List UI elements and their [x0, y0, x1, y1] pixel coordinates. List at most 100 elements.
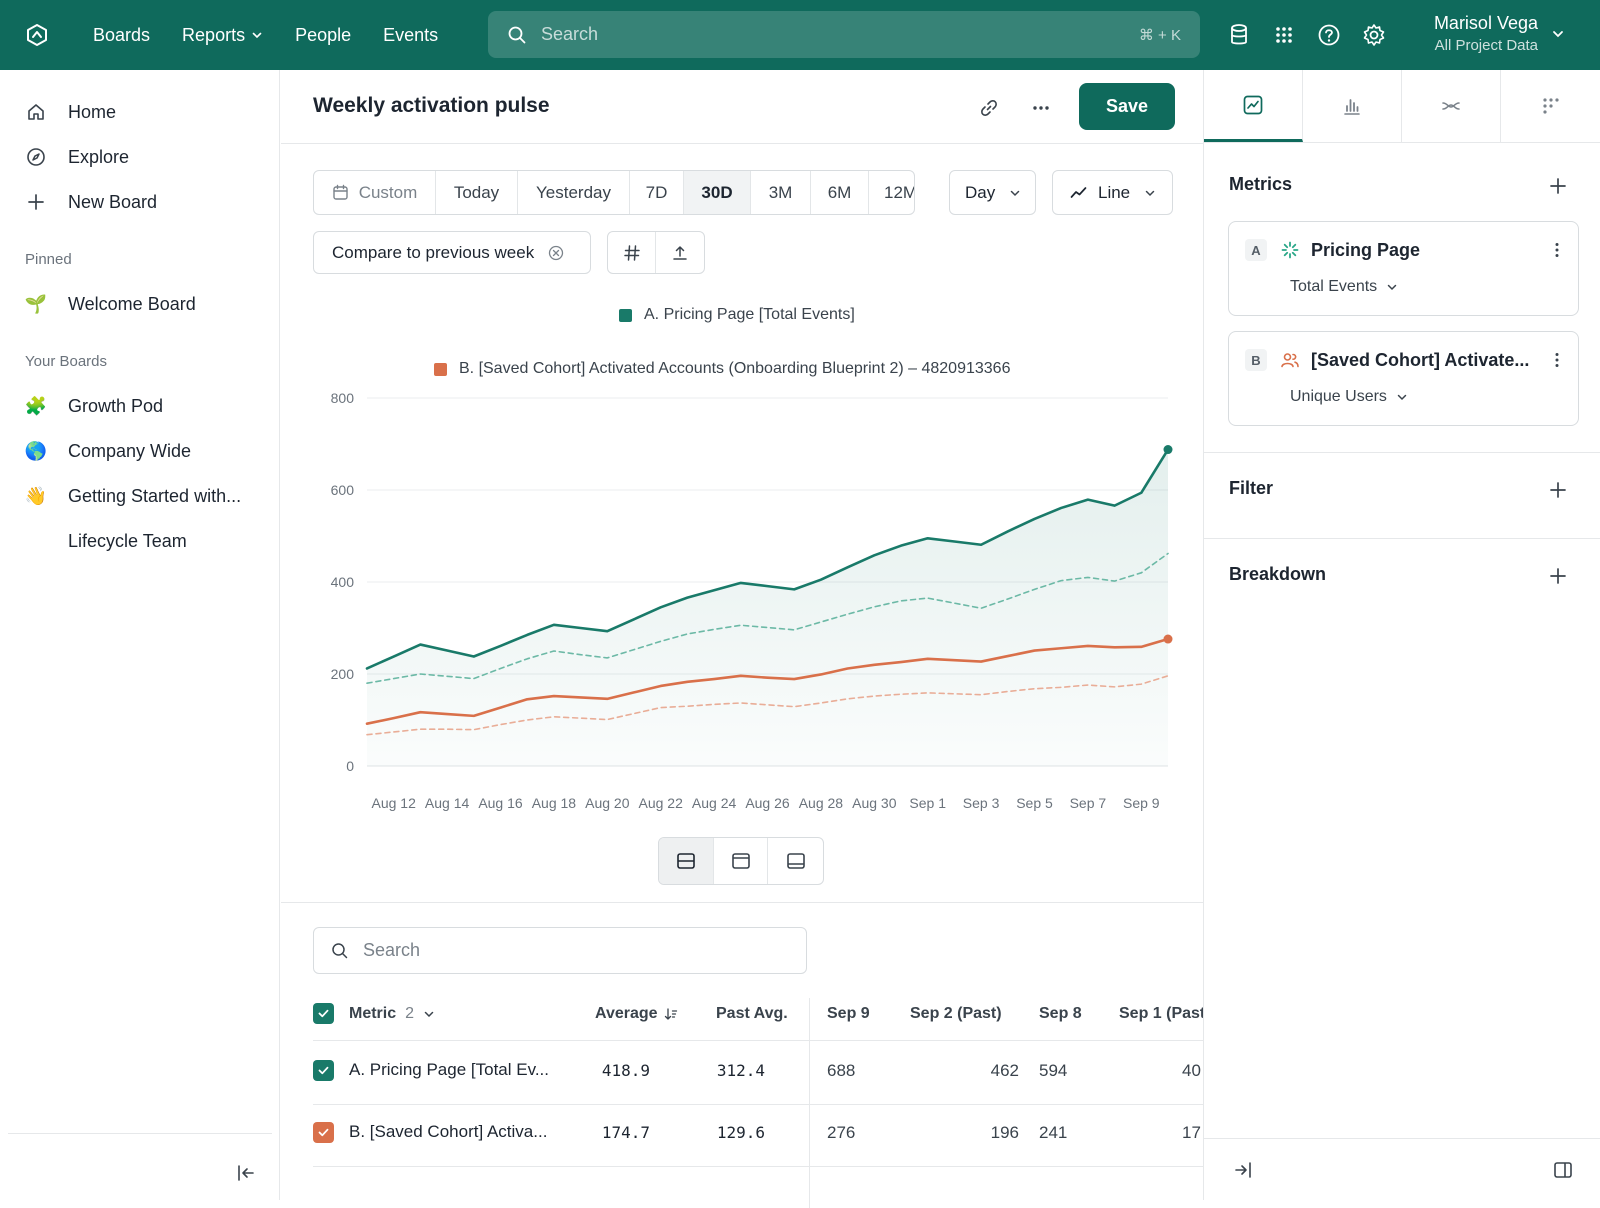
row-value-sep-9: 688 — [827, 1061, 856, 1080]
sidebar-item-home[interactable]: Home — [25, 94, 116, 130]
search-icon — [331, 942, 349, 960]
row-checkbox-b[interactable] — [313, 1122, 334, 1143]
tab-insights[interactable] — [1204, 70, 1303, 142]
kebab-menu-icon[interactable] — [1547, 350, 1567, 370]
user-project-scope: All Project Data — [1434, 37, 1538, 54]
select-all-checkbox[interactable] — [313, 1003, 334, 1024]
help-icon[interactable] — [1316, 22, 1342, 48]
sidebar-item-welcome-board[interactable]: 🌱 Welcome Board — [25, 286, 196, 322]
chevron-down-icon — [251, 29, 263, 41]
add-breakdown-icon[interactable] — [1548, 566, 1568, 586]
sep-8-column-header[interactable]: Sep 8 — [1039, 988, 1082, 1040]
left-sidebar: Home Explore New Board Pinned 🌱 Welcome … — [0, 70, 280, 1200]
gear-icon[interactable] — [1361, 22, 1387, 48]
metric-badge: B — [1245, 349, 1267, 371]
compass-icon — [25, 146, 47, 168]
row-value-sep-9: 276 — [827, 1123, 856, 1142]
chevron-down-icon[interactable] — [1551, 27, 1565, 41]
metric-measure: Unique Users — [1290, 388, 1387, 405]
top-icon-group — [1226, 22, 1406, 48]
sep-9-column-header[interactable]: Sep 9 — [827, 988, 870, 1040]
user-menu[interactable]: Marisol Vega All Project Data — [1425, 13, 1538, 54]
sep-1-past-column-header[interactable]: Sep 1 (Past) — [1119, 988, 1203, 1040]
nav-reports[interactable]: Reports — [182, 25, 263, 46]
nav-boards[interactable]: Boards — [93, 25, 150, 46]
panel-layout-icon[interactable] — [1552, 1159, 1574, 1181]
sidebar-item-new-board[interactable]: New Board — [25, 184, 157, 220]
series-a-area — [367, 449, 1168, 766]
row-metric-name[interactable]: A. Pricing Page [Total Ev... — [349, 1060, 549, 1080]
metric-card-b[interactable]: B [Saved Cohort] Activate... Unique User… — [1228, 331, 1579, 426]
sep-2-past-column-header[interactable]: Sep 2 (Past) — [910, 988, 1002, 1040]
seedling-icon: 🌱 — [24, 293, 48, 314]
metric-column-header[interactable]: Metric 2 — [349, 988, 435, 1040]
tab-bar-chart[interactable] — [1303, 70, 1402, 142]
x-tick-label: Sep 1 — [909, 795, 946, 811]
filter-section-title: Filter — [1229, 478, 1274, 498]
x-tick-label: Sep 9 — [1123, 795, 1160, 811]
collapse-panel-icon[interactable] — [1232, 1159, 1254, 1181]
retention-dots-icon — [1540, 95, 1562, 117]
database-icon[interactable] — [1226, 22, 1252, 48]
add-filter-icon[interactable] — [1548, 480, 1568, 500]
kebab-menu-icon[interactable] — [1547, 240, 1567, 260]
sidebar-item-explore[interactable]: Explore — [25, 139, 129, 175]
row-metric-name[interactable]: B. [Saved Cohort] Activa... — [349, 1122, 547, 1142]
sidebar-footer-divider — [8, 1133, 272, 1134]
sidebar-item-label: New Board — [68, 191, 158, 212]
event-sparkle-icon — [1280, 240, 1300, 260]
header-row-divider — [313, 1040, 1203, 1041]
chart-only-view-icon[interactable] — [714, 838, 769, 884]
sidebar-item-label: Explore — [68, 146, 130, 167]
metric-count: 2 — [405, 1005, 415, 1022]
metric-card-a[interactable]: A Pricing Page Total Events — [1228, 221, 1579, 316]
nav-people[interactable]: People — [295, 25, 351, 46]
panel-tabs — [1204, 70, 1600, 143]
puzzle-icon: 🧩 — [24, 395, 48, 416]
x-tick-label: Sep 3 — [963, 795, 1000, 811]
app-logo-icon[interactable] — [25, 23, 49, 47]
metric-name: [Saved Cohort] Activate... — [1311, 350, 1530, 370]
user-name: Marisol Vega — [1433, 13, 1538, 33]
apps-grid-icon[interactable] — [1271, 22, 1297, 48]
query-builder-panel: Metrics A Pricing Page Total Events B [S… — [1203, 70, 1600, 1200]
search-icon — [507, 25, 527, 45]
table-search-input[interactable]: Search — [313, 927, 807, 974]
split-view-icon[interactable] — [659, 838, 714, 884]
add-metric-icon[interactable] — [1548, 176, 1568, 196]
your-boards-section-label: Your Boards — [25, 353, 108, 370]
metric-measure-dropdown[interactable]: Unique Users — [1290, 388, 1408, 406]
column-divider — [809, 998, 810, 1208]
nav-events-label: Events — [383, 24, 439, 45]
panel-footer-divider — [1204, 1138, 1600, 1139]
y-tick-label: 0 — [346, 758, 354, 774]
y-tick-label: 200 — [331, 666, 355, 682]
average-column-header[interactable]: Average — [595, 988, 678, 1040]
row-average: 418.9 — [601, 1061, 650, 1080]
sidebar-item-getting-started[interactable]: 👋 Getting Started with... — [25, 478, 241, 514]
sidebar-item-lifecycle-team[interactable]: Lifecycle Team — [25, 523, 187, 559]
tab-retention[interactable] — [1501, 70, 1600, 142]
tab-flows[interactable] — [1402, 70, 1501, 142]
x-tick-label: Aug 24 — [692, 795, 737, 811]
sidebar-item-company-wide[interactable]: 🌎 Company Wide — [25, 433, 191, 469]
row-value-sep-2-past: 196 — [990, 1123, 1019, 1142]
x-tick-label: Aug 16 — [478, 795, 523, 811]
sidebar-item-growth-pod[interactable]: 🧩 Growth Pod — [25, 388, 163, 424]
search-placeholder: Search — [541, 24, 599, 44]
row-divider — [313, 1104, 1203, 1105]
x-tick-label: Aug 20 — [585, 795, 630, 811]
table-only-view-icon[interactable] — [768, 838, 823, 884]
sidebar-item-label: Welcome Board — [68, 293, 196, 314]
sidebar-item-label: Company Wide — [68, 440, 192, 461]
column-label: Sep 2 (Past) — [910, 1005, 1002, 1022]
collapse-sidebar-icon[interactable] — [235, 1162, 257, 1184]
metric-measure-dropdown[interactable]: Total Events — [1290, 278, 1398, 296]
global-search-input[interactable]: Search ⌘ + K — [488, 11, 1200, 58]
nav-events[interactable]: Events — [383, 25, 438, 46]
row-checkbox-a[interactable] — [313, 1060, 334, 1081]
pinned-section-label: Pinned — [25, 251, 72, 268]
past-avg-column-header[interactable]: Past Avg. — [716, 988, 788, 1040]
sidebar-item-label: Getting Started with... — [68, 485, 242, 506]
chevron-down-icon — [1386, 281, 1398, 293]
